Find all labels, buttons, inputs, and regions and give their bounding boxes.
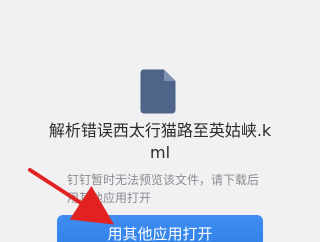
file-preview-screen: 解析错误西太行猫路至英姑峡.kml 钉钉暂时无法预览该文件，请下载后用其他应用打… xyxy=(0,0,320,242)
file-name: 解析错误西太行猫路至英姑峡.kml xyxy=(48,121,272,162)
document-icon xyxy=(139,68,177,114)
preview-unavailable-message: 钉钉暂时无法预览该文件，请下载后用其他应用打开 xyxy=(67,173,260,205)
open-with-other-app-button[interactable]: 用其他应用打开 xyxy=(57,215,263,242)
